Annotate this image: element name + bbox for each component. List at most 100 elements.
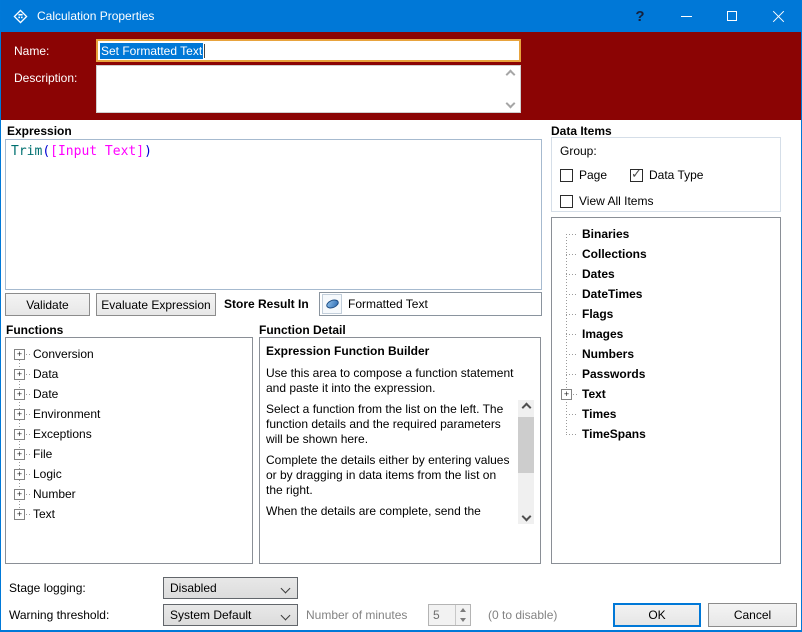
data-type-node-text[interactable]: + Text bbox=[552, 384, 780, 404]
calculation-properties-dialog: Calculation Properties ? Name: Set Forma… bbox=[0, 0, 802, 632]
tree-stub bbox=[26, 434, 32, 435]
spinner-buttons bbox=[455, 605, 470, 625]
tree-stub bbox=[566, 434, 578, 435]
tree-stub bbox=[566, 314, 578, 315]
function-detail-label: Function Detail bbox=[259, 323, 346, 337]
warning-threshold-select[interactable]: System Default bbox=[163, 604, 298, 626]
store-result-in-label: Store Result In bbox=[224, 297, 309, 311]
expand-icon[interactable]: + bbox=[14, 389, 25, 400]
scroll-up-button[interactable] bbox=[518, 400, 534, 415]
stage-logging-select[interactable]: Disabled bbox=[163, 577, 298, 599]
name-input[interactable]: Set Formatted Text bbox=[96, 39, 521, 62]
function-group-environment[interactable]: + Environment bbox=[6, 404, 252, 424]
function-group-number[interactable]: + Number bbox=[6, 484, 252, 504]
scroll-down-button[interactable] bbox=[518, 509, 534, 524]
spin-up-button bbox=[456, 605, 470, 615]
detail-scrollbar[interactable] bbox=[518, 400, 534, 524]
checkbox-checked: ✓ bbox=[630, 166, 643, 182]
close-icon bbox=[772, 10, 785, 23]
scroll-up-icon bbox=[505, 69, 516, 80]
function-group-text[interactable]: + Text bbox=[6, 504, 252, 524]
expand-icon[interactable]: + bbox=[561, 389, 572, 400]
maximize-button[interactable] bbox=[709, 0, 755, 32]
expression-token-function: Trim bbox=[11, 144, 43, 159]
spin-down-icon bbox=[460, 618, 466, 622]
view-all-items-checkbox[interactable]: View All Items bbox=[560, 194, 653, 208]
functions-tree: + Conversion + Data + Date + Environment + Ex… bbox=[5, 337, 253, 564]
function-detail-content: Expression Function Builder Use this are… bbox=[260, 338, 540, 563]
function-group-logic[interactable]: + Logic bbox=[6, 464, 252, 484]
caption-buttons: ? bbox=[617, 0, 801, 32]
data-type-node-numbers[interactable]: Numbers bbox=[552, 344, 780, 364]
warning-threshold-label: Warning threshold: bbox=[9, 608, 110, 622]
function-detail-panel: Expression Function Builder Use this are… bbox=[259, 337, 541, 564]
minimize-button[interactable] bbox=[663, 0, 709, 32]
data-type-node-binaries[interactable]: Binaries bbox=[552, 224, 780, 244]
expand-icon[interactable]: + bbox=[14, 349, 25, 360]
data-item-picker-button[interactable] bbox=[322, 294, 342, 314]
data-type-node-passwords[interactable]: Passwords bbox=[552, 364, 780, 384]
maximize-icon bbox=[727, 11, 737, 21]
spin-down-button bbox=[456, 615, 470, 625]
function-group-data[interactable]: + Data bbox=[6, 364, 252, 384]
cancel-button[interactable]: Cancel bbox=[708, 603, 797, 627]
help-paragraph: Select a function from the list on the l… bbox=[266, 402, 504, 446]
data-type-node-timespans[interactable]: TimeSpans bbox=[552, 424, 780, 444]
function-group-date[interactable]: + Date bbox=[6, 384, 252, 404]
evaluate-expression-button[interactable]: Evaluate Expression bbox=[96, 293, 216, 316]
help-button[interactable]: ? bbox=[617, 0, 663, 32]
tree-stub bbox=[26, 494, 32, 495]
minimize-icon bbox=[680, 15, 692, 17]
window-title: Calculation Properties bbox=[37, 9, 155, 23]
checkbox-unchecked bbox=[560, 168, 573, 182]
chevron-down-icon bbox=[280, 610, 291, 621]
data-type-node-collections[interactable]: Collections bbox=[552, 244, 780, 264]
tree-stub bbox=[573, 394, 578, 395]
scroll-down-icon bbox=[521, 511, 531, 522]
function-group-conversion[interactable]: + Conversion bbox=[6, 344, 252, 364]
tree-stub bbox=[26, 354, 32, 355]
data-type-node-dates[interactable]: Dates bbox=[552, 264, 780, 284]
warning-threshold-value: System Default bbox=[170, 608, 252, 622]
data-type-node-datetimes[interactable]: DateTimes bbox=[552, 284, 780, 304]
expand-icon[interactable]: + bbox=[14, 429, 25, 440]
expression-editor[interactable]: Trim([Input Text]) bbox=[5, 139, 542, 290]
expand-icon[interactable]: + bbox=[14, 369, 25, 380]
name-label: Name: bbox=[14, 44, 50, 58]
functions-label: Functions bbox=[6, 323, 64, 337]
check-icon: ✓ bbox=[631, 166, 642, 182]
properties-header: Name: Set Formatted Text Description: bbox=[1, 32, 801, 120]
ok-button[interactable]: OK bbox=[613, 603, 701, 627]
tree-stub bbox=[26, 454, 32, 455]
validate-button[interactable]: Validate bbox=[5, 293, 90, 316]
checkbox-unchecked bbox=[560, 194, 573, 208]
expression-token-data-item: [Input Text] bbox=[50, 144, 145, 159]
close-button[interactable] bbox=[755, 0, 801, 32]
text-caret bbox=[204, 43, 206, 58]
data-type-node-images[interactable]: Images bbox=[552, 324, 780, 344]
scrollbar-thumb[interactable] bbox=[518, 417, 534, 473]
group-by-data-type-checkbox[interactable]: ✓ Data Type bbox=[630, 166, 703, 182]
tree-stub bbox=[26, 374, 32, 375]
function-builder-intro: Use this area to compose a function stat… bbox=[266, 366, 514, 395]
tree-stub bbox=[566, 234, 578, 235]
description-input[interactable] bbox=[96, 65, 521, 113]
data-type-node-flags[interactable]: Flags bbox=[552, 304, 780, 324]
expand-icon[interactable]: + bbox=[14, 509, 25, 520]
expand-icon[interactable]: + bbox=[14, 489, 25, 500]
expand-icon[interactable]: + bbox=[14, 409, 25, 420]
group-by-page-checkbox[interactable]: Page bbox=[560, 168, 607, 182]
tree-stub bbox=[26, 394, 32, 395]
store-result-field[interactable]: Formatted Text bbox=[319, 292, 542, 316]
tree-stub bbox=[566, 354, 578, 355]
data-type-node-times[interactable]: Times bbox=[552, 404, 780, 424]
minutes-spinner: 5 bbox=[428, 604, 471, 626]
function-group-file[interactable]: + File bbox=[6, 444, 252, 464]
scroll-up-icon bbox=[521, 402, 531, 413]
description-scrollbar[interactable] bbox=[503, 68, 518, 110]
description-label: Description: bbox=[14, 71, 78, 85]
tree-stub bbox=[26, 514, 32, 515]
expand-icon[interactable]: + bbox=[14, 469, 25, 480]
function-group-exceptions[interactable]: + Exceptions bbox=[6, 424, 252, 444]
expand-icon[interactable]: + bbox=[14, 449, 25, 460]
